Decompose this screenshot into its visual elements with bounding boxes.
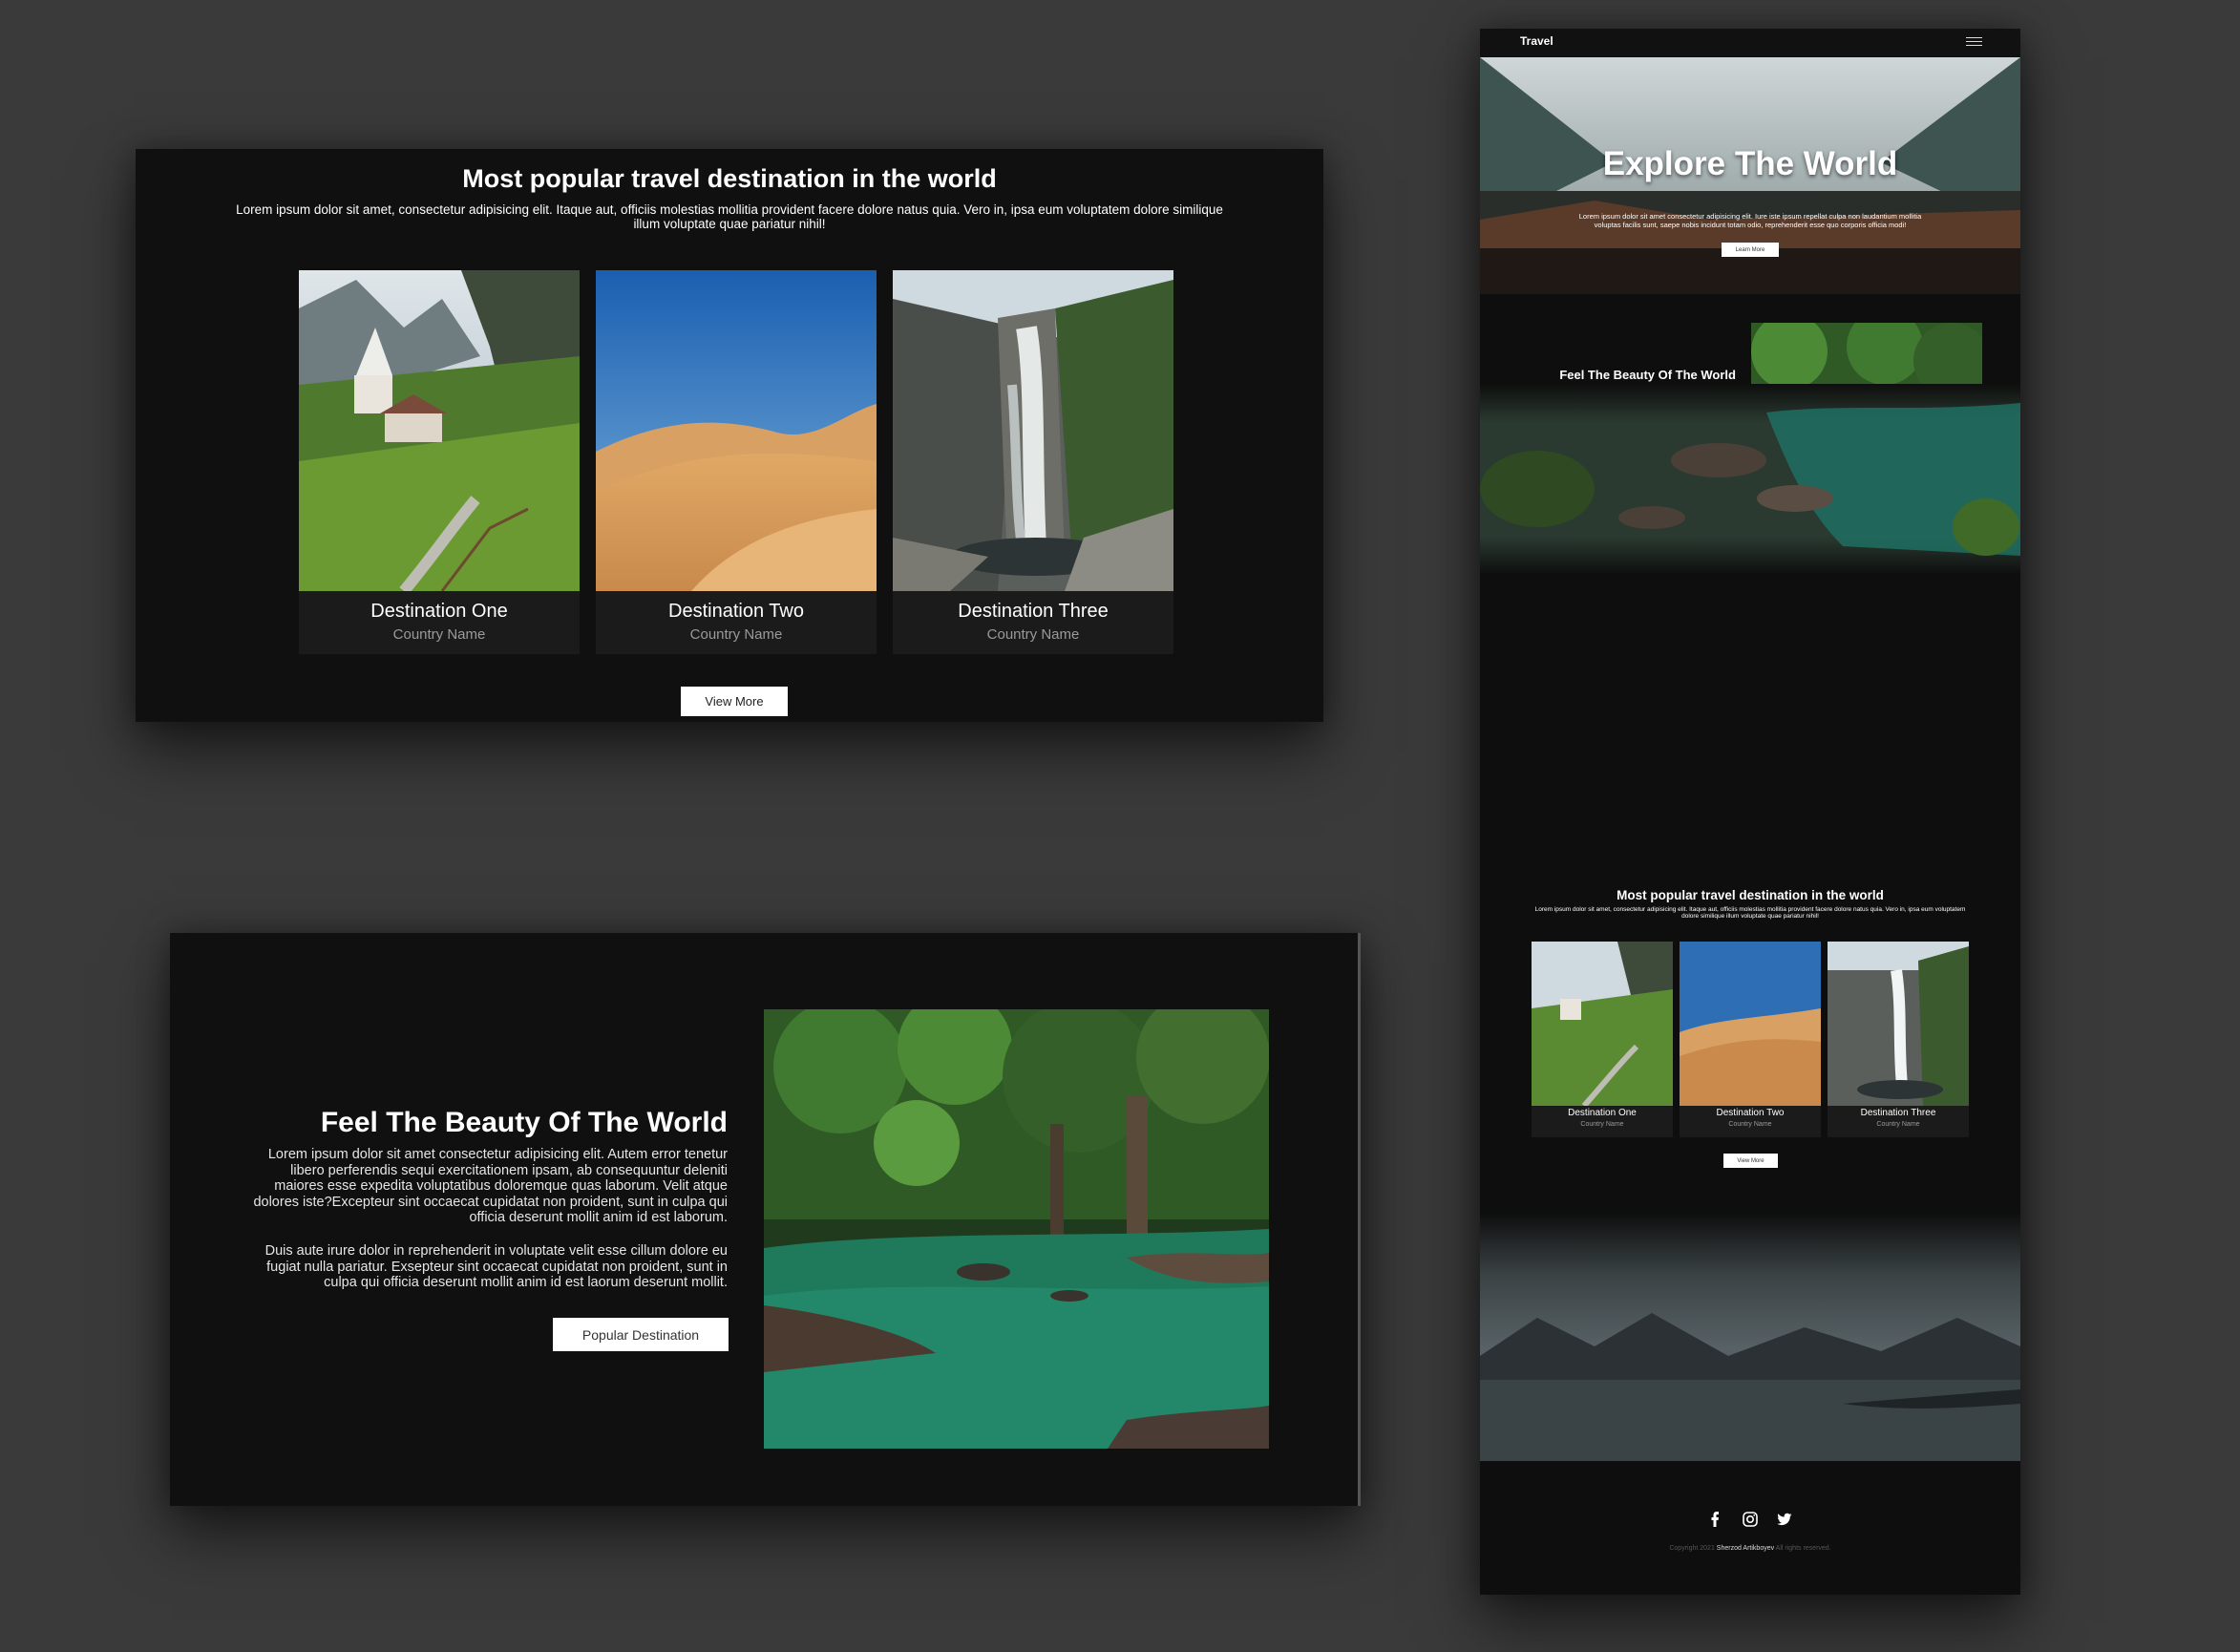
brand-logo[interactable]: Travel [1520,34,1553,48]
navbar: Travel [1480,29,2020,58]
mobile-destination-card-three[interactable]: Destination Three Country Name [1828,942,1969,1137]
destination-name: Destination One [370,601,508,622]
social-links [1480,1511,2020,1528]
hero-title: Explore The World [1602,145,1898,182]
twitter-icon[interactable] [1776,1511,1793,1528]
destination-three-image [893,270,1173,591]
destination-card-one[interactable]: Destination One Country Name [299,270,580,654]
author-name[interactable]: Sherzod Artikboyev [1717,1545,1774,1552]
section-subtitle: Lorem ipsum dolor sit amet, consectetur … [236,202,1223,231]
destination-card-two[interactable]: Destination Two Country Name [596,270,877,654]
feel-beauty-section: Feel The Beauty Of The World Lorem ipsum… [170,933,1361,1506]
mobile-mockup: Travel Explore The World Lorem ipsum dol… [1480,29,2020,1595]
mobile-destination-three-image [1828,942,1969,1106]
mobile-feel-title: Feel The Beauty Of The World [1559,368,1736,382]
view-more-button[interactable]: View More [681,687,788,716]
menu-icon[interactable] [1966,34,1982,49]
destination-name: Destination Two [1716,1108,1785,1118]
learn-more-button[interactable]: Learn More [1722,243,1779,257]
country-name: Country Name [392,626,486,643]
destination-card-three[interactable]: Destination Three Country Name [893,270,1173,654]
mobile-view-more-button[interactable]: View More [1723,1154,1778,1168]
feel-paragraph-one: Lorem ipsum dolor sit amet consectetur a… [253,1147,728,1225]
destination-name: Destination Three [958,601,1109,622]
destination-two-image [596,270,877,591]
section-title: Most popular travel destination in the w… [462,164,997,193]
feel-title: Feel The Beauty Of The World [320,1107,728,1138]
mobile-destination-card-two[interactable]: Destination Two Country Name [1680,942,1821,1137]
mobile-popular-title: Most popular travel destination in the w… [1617,888,1884,902]
copyright: Copyright 2021 Sherzod Artikboyev All ri… [1480,1545,2020,1552]
copyright-suffix: All rights reserved. [1775,1545,1831,1552]
destination-name: Destination Three [1860,1108,1936,1118]
country-name: Country Name [1728,1121,1772,1128]
hero-section: Explore The World Lorem ipsum dolor sit … [1480,57,2020,294]
mobile-destination-one-image [1532,942,1673,1106]
facebook-icon[interactable] [1707,1511,1724,1528]
country-name: Country Name [1580,1121,1624,1128]
copyright-prefix: Copyright 2021 [1669,1545,1715,1552]
instagram-icon[interactable] [1742,1511,1759,1528]
country-name: Country Name [689,626,783,643]
destination-one-image [299,270,580,591]
river-forest-image [764,1009,1269,1449]
coast-rocks-image [1480,384,2020,575]
destination-name: Destination Two [668,601,804,622]
hero-subtitle: Lorem ipsum dolor sit amet consectetur a… [1578,212,1922,229]
mobile-destination-two-image [1680,942,1821,1106]
popular-destination-button[interactable]: Popular Destination [553,1318,729,1351]
mobile-popular-subtitle: Lorem ipsum dolor sit amet, consectetur … [1534,906,1966,920]
country-name: Country Name [1876,1121,1920,1128]
destination-name: Destination One [1568,1108,1637,1118]
country-name: Country Name [986,626,1080,643]
popular-destinations-section: Most popular travel destination in the w… [136,149,1323,722]
mobile-destination-card-one[interactable]: Destination One Country Name [1532,942,1673,1137]
feel-paragraph-two: Duis aute irure dolor in reprehenderit i… [264,1243,728,1290]
lake-mountains-image [1480,1213,2020,1461]
